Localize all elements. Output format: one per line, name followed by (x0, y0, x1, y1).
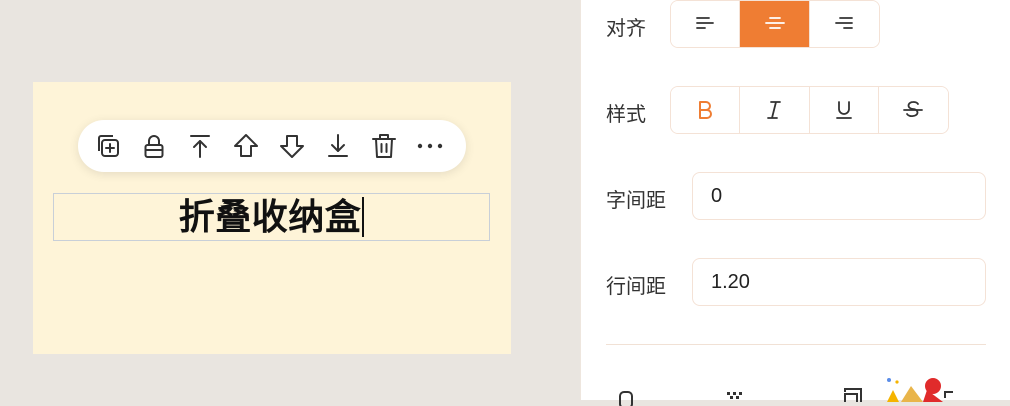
canvas-area[interactable]: 折叠收纳盒 (0, 0, 580, 400)
move-up-icon[interactable] (231, 131, 261, 161)
strikethrough-button[interactable] (878, 87, 948, 133)
text-element-content[interactable]: 折叠收纳盒 (179, 197, 365, 237)
trash-icon[interactable] (369, 131, 399, 161)
lock-icon[interactable] (139, 131, 169, 161)
letter-spacing-label: 字间距 (606, 190, 666, 212)
panel-divider (606, 344, 986, 345)
align-segmented-control (670, 0, 880, 48)
align-left-button[interactable] (671, 1, 741, 47)
partial-icon-2[interactable] (723, 390, 753, 400)
line-height-input[interactable]: 1.20 (692, 258, 986, 306)
underline-icon (835, 101, 852, 119)
strikethrough-icon (903, 101, 924, 117)
properties-panel: 对齐 样式 字间距 0 行间距 1.20 (580, 0, 1010, 406)
align-label: 对齐 (606, 18, 646, 40)
italic-button[interactable] (740, 87, 810, 133)
letter-spacing-input[interactable]: 0 (692, 172, 986, 220)
style-label: 样式 (606, 104, 646, 126)
style-segmented-control (670, 86, 949, 134)
duplicate-icon[interactable] (93, 131, 123, 161)
selected-text-element[interactable]: 折叠收纳盒 (53, 193, 490, 241)
underline-button[interactable] (809, 87, 879, 133)
italic-icon (767, 101, 782, 119)
floating-toolbar (78, 120, 466, 172)
more-icon[interactable] (415, 131, 445, 161)
line-height-label: 行间距 (606, 276, 666, 298)
align-right-button[interactable] (809, 1, 879, 47)
align-center-button[interactable] (740, 1, 810, 47)
move-to-top-icon[interactable] (185, 131, 215, 161)
right-align-icon (835, 17, 854, 29)
bold-button[interactable] (671, 87, 741, 133)
bold-icon (699, 101, 713, 119)
bottom-icons-row (581, 376, 1010, 406)
move-to-bottom-icon[interactable] (323, 131, 353, 161)
move-down-icon[interactable] (277, 131, 307, 161)
center-align-icon (764, 17, 785, 29)
sticker-icon[interactable] (883, 376, 953, 402)
left-align-icon (696, 17, 715, 29)
partial-icon-1[interactable] (617, 390, 637, 406)
